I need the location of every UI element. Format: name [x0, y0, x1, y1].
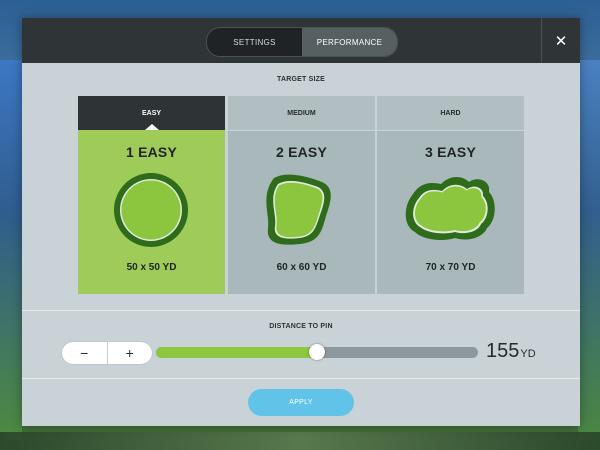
background-left	[0, 60, 22, 440]
section-divider	[22, 310, 580, 311]
distance-to-pin-label: DISTANCE TO PIN	[269, 323, 333, 330]
slider-thumb[interactable]	[309, 344, 325, 360]
option-title: 2 EASY	[276, 144, 327, 160]
distance-unit: YD	[520, 348, 536, 360]
target-option-easy[interactable]: EASY 1 EASY 50 x 50 YD	[78, 96, 225, 294]
difficulty-tab-easy: EASY	[78, 96, 225, 130]
difficulty-tab-medium: MEDIUM	[228, 96, 375, 131]
settings-modal: SETTINGS PERFORMANCE ✕ TARGET SIZE EASY …	[22, 18, 580, 426]
increase-distance-button[interactable]: +	[108, 342, 153, 364]
tab-switcher: SETTINGS PERFORMANCE	[206, 27, 398, 57]
option-title: 3 EASY	[425, 144, 476, 160]
difficulty-tab-hard: HARD	[377, 96, 524, 131]
option-size: 50 x 50 YD	[126, 262, 177, 273]
distance-stepper: − +	[62, 342, 152, 364]
section-divider	[22, 378, 580, 379]
target-option-hard[interactable]: HARD 3 EASY 70 x 70 YD	[377, 96, 524, 294]
background-right	[578, 60, 600, 440]
apply-button[interactable]: APPLY	[248, 389, 354, 416]
slider-fill	[156, 347, 317, 358]
option-size: 60 x 60 YD	[276, 262, 327, 273]
target-size-options: EASY 1 EASY 50 x 50 YD MEDIUM 2 EASY 60 …	[78, 96, 524, 294]
background-strip	[0, 432, 600, 450]
target-size-label: TARGET SIZE	[277, 76, 325, 83]
option-title: 1 EASY	[126, 144, 177, 160]
green-blob-medium-icon	[266, 174, 331, 245]
close-button[interactable]: ✕	[541, 18, 580, 63]
distance-readout: 155YD	[486, 340, 536, 363]
tab-settings[interactable]: SETTINGS	[207, 28, 302, 56]
distance-value: 155	[486, 340, 520, 362]
caret-up-icon	[144, 124, 159, 130]
distance-slider[interactable]	[156, 344, 478, 360]
difficulty-label: EASY	[141, 109, 162, 117]
option-size: 70 x 70 YD	[425, 262, 476, 273]
green-blob-hard-icon	[405, 177, 495, 240]
modal-header: SETTINGS PERFORMANCE ✕	[22, 18, 580, 63]
difficulty-label: HARD	[440, 109, 461, 117]
tab-performance[interactable]: PERFORMANCE	[302, 28, 397, 56]
green-circle-icon	[114, 173, 188, 247]
difficulty-label: MEDIUM	[287, 109, 316, 117]
close-icon: ✕	[554, 32, 568, 50]
decrease-distance-button[interactable]: −	[62, 342, 108, 364]
target-option-medium[interactable]: MEDIUM 2 EASY 60 x 60 YD	[228, 96, 375, 294]
